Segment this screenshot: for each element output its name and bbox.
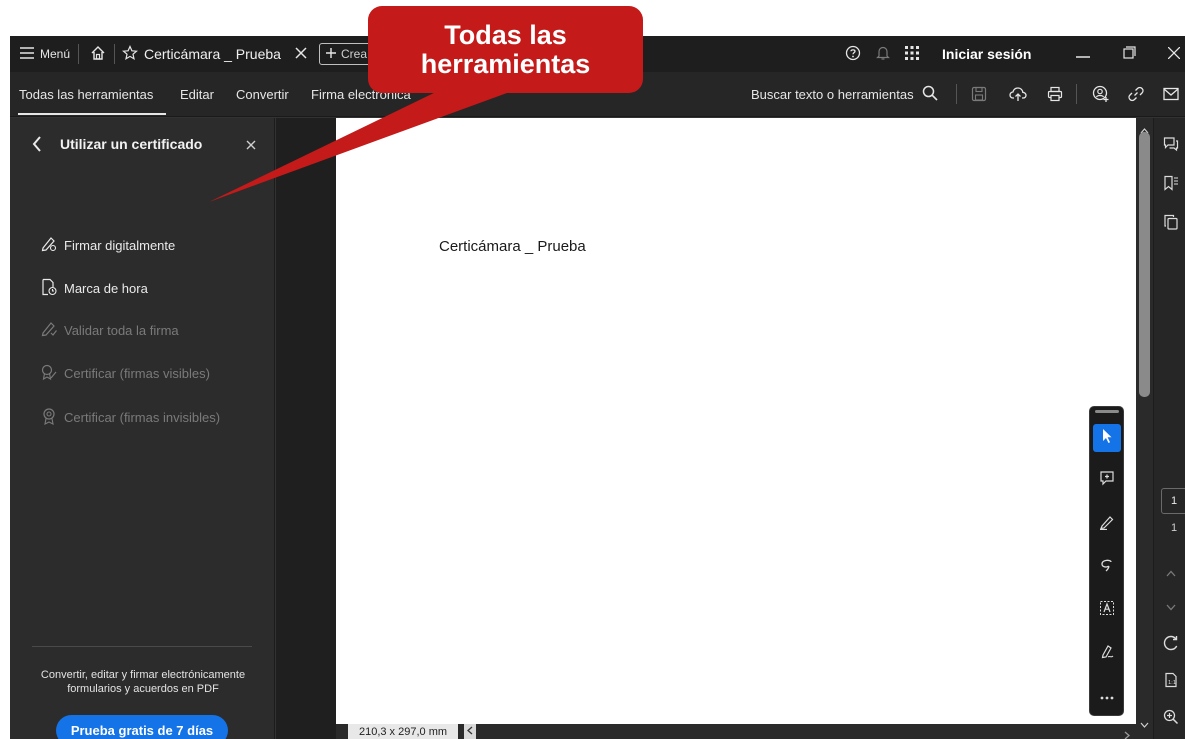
callout-bubble: Todas las herramientas (368, 6, 643, 93)
callout-pointer (209, 90, 515, 202)
callout-line: herramientas (420, 48, 591, 79)
app-window: Menú Certicámara _ Prueba Crea Iniciar s… (0, 0, 1185, 739)
callout-line: Todas las (444, 19, 567, 50)
